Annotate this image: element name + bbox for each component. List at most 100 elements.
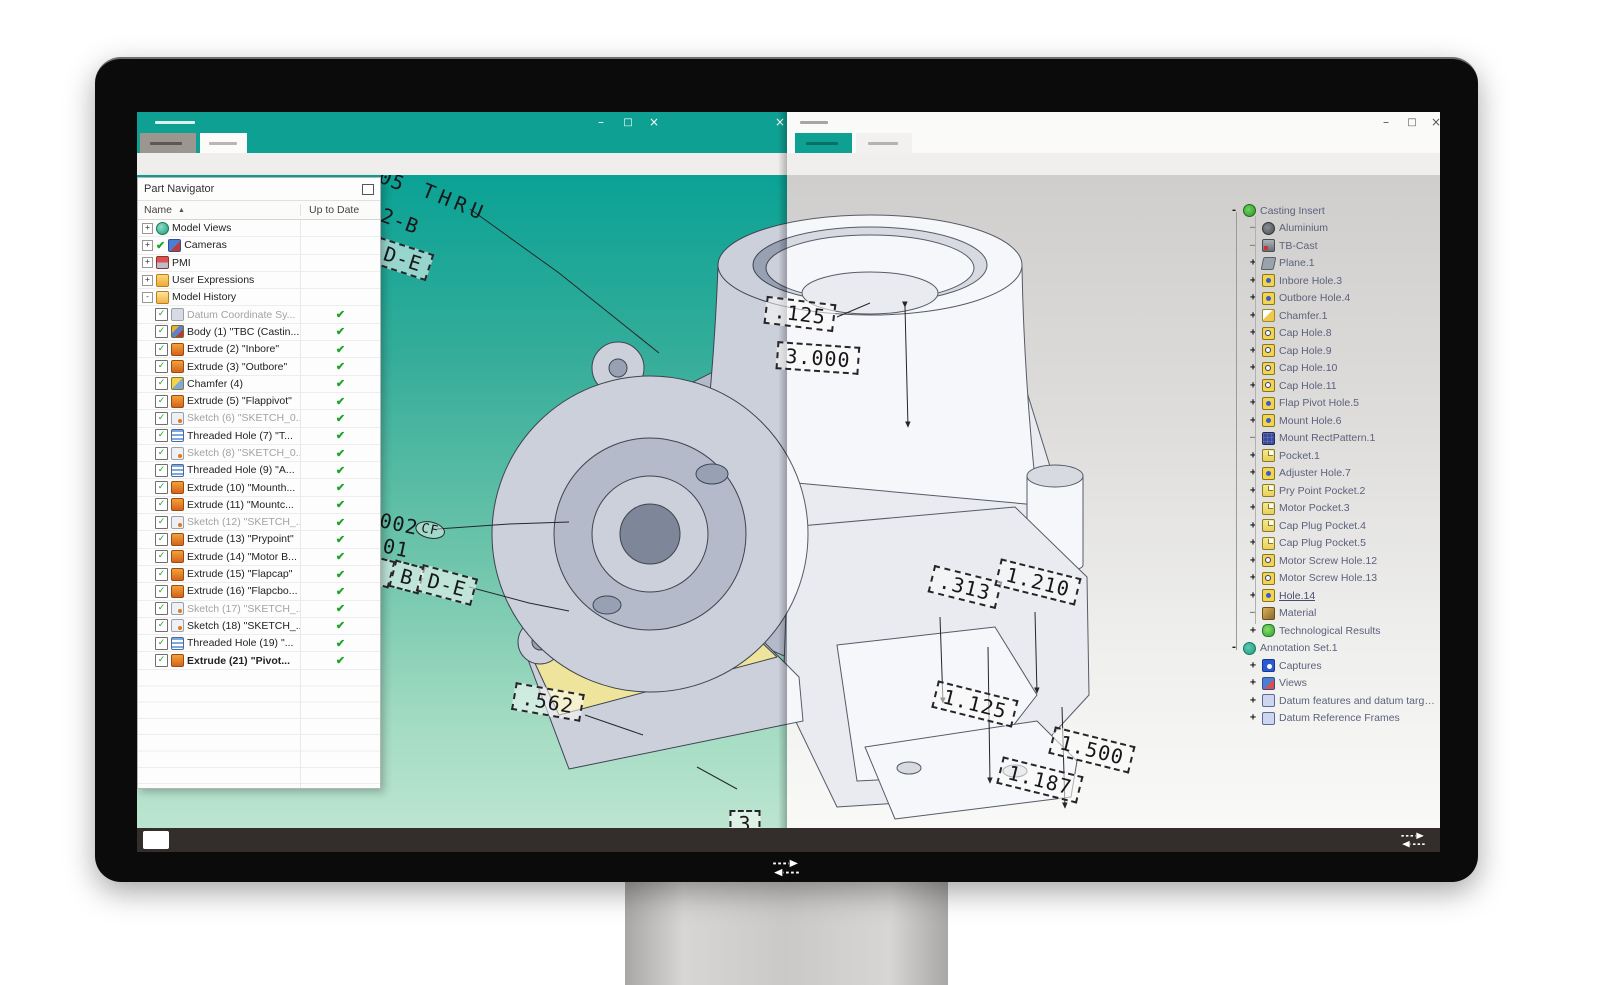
pn-row[interactable]: +User Expressions: [138, 272, 380, 289]
tree-expander-icon[interactable]: +: [1248, 573, 1258, 583]
feature-tree-row[interactable]: +Cap Hole.10: [1227, 360, 1437, 378]
pmi-dimension-1.500[interactable]: 1.500: [1048, 726, 1136, 773]
tree-expander-icon[interactable]: +: [1248, 311, 1258, 321]
tree-expander-icon[interactable]: -: [1229, 643, 1239, 653]
pn-row[interactable]: ✓Extrude (14) "Motor B...✔: [138, 549, 380, 566]
feature-checkbox[interactable]: ✓: [155, 568, 168, 581]
feature-tree-row[interactable]: ‒Aluminium: [1227, 220, 1437, 238]
feature-tree-row[interactable]: +Cap Plug Pocket.4: [1227, 517, 1437, 535]
pn-row[interactable]: ✓Threaded Hole (9) "A...✔: [138, 462, 380, 479]
feature-tree-row[interactable]: -Casting Insert: [1227, 202, 1437, 220]
feature-tree-row[interactable]: +Mount Hole.6: [1227, 412, 1437, 430]
feature-checkbox[interactable]: ✓: [155, 325, 168, 338]
feature-tree-row[interactable]: +Inbore Hole.3: [1227, 272, 1437, 290]
pmi-dimension-2-B[interactable]: 2-B: [378, 203, 423, 239]
tree-expander-icon[interactable]: +: [142, 275, 153, 286]
pmi-dimension-3.000[interactable]: 3.000: [776, 341, 861, 375]
pn-row[interactable]: -Model History: [138, 289, 380, 306]
feature-tree-row[interactable]: +Outbore Hole.4: [1227, 290, 1437, 308]
pn-row[interactable]: ✓Extrude (15) "Flapcap"✔: [138, 566, 380, 583]
feature-tree-row[interactable]: +Hole.14: [1227, 587, 1437, 605]
pn-row[interactable]: ✓Sketch (12) "SKETCH_...✔: [138, 514, 380, 531]
pn-row[interactable]: ✓Extrude (2) "Inbore"✔: [138, 341, 380, 358]
tree-expander-icon[interactable]: +: [1248, 381, 1258, 391]
feature-checkbox[interactable]: ✓: [155, 429, 168, 442]
tree-expander-icon[interactable]: +: [1248, 713, 1258, 723]
feature-tree-row[interactable]: +Datum features and datum targets: [1227, 692, 1437, 710]
pn-row[interactable]: ✓Chamfer (4)✔: [138, 376, 380, 393]
pn-row[interactable]: ✓Threaded Hole (19) "...✔: [138, 635, 380, 652]
pn-row[interactable]: ✓Extrude (13) "Prypoint"✔: [138, 531, 380, 548]
pmi-dimension-1.125[interactable]: 1.125: [931, 680, 1019, 727]
feature-checkbox[interactable]: ✓: [155, 412, 168, 425]
pn-row[interactable]: ✓Extrude (5) "Flappivot"✔: [138, 393, 380, 410]
pn-row[interactable]: ✓Extrude (16) "Flapcbo...✔: [138, 583, 380, 600]
column-name[interactable]: Name: [144, 204, 172, 216]
pmi-dimension-1.210[interactable]: 1.210: [994, 558, 1082, 605]
feature-tree-row[interactable]: ‒Material: [1227, 605, 1437, 623]
feature-checkbox[interactable]: ✓: [155, 533, 168, 546]
tree-expander-icon[interactable]: +: [1248, 678, 1258, 688]
right-minimize-button[interactable]: –: [1377, 115, 1395, 130]
feature-tree-row[interactable]: +Technological Results: [1227, 622, 1437, 640]
left-minimize-button[interactable]: –: [592, 115, 610, 130]
left-maximize-button[interactable]: □: [619, 115, 637, 130]
tree-expander-icon[interactable]: +: [1248, 363, 1258, 373]
feature-checkbox[interactable]: ✓: [155, 360, 168, 373]
pmi-dimension-.125[interactable]: .125: [763, 296, 836, 332]
pn-row[interactable]: ✓Extrude (21) "Pivot...✔: [138, 652, 380, 669]
feature-checkbox[interactable]: ✓: [155, 550, 168, 563]
right-tab-active[interactable]: [795, 133, 852, 153]
tree-expander-icon[interactable]: +: [1248, 346, 1258, 356]
pn-row[interactable]: ✓Extrude (10) "Mounth...✔: [138, 479, 380, 496]
tree-expander-icon[interactable]: +: [1248, 293, 1258, 303]
feature-tree-row[interactable]: +Chamfer.1: [1227, 307, 1437, 325]
pn-row[interactable]: ✓Threaded Hole (7) "T...✔: [138, 428, 380, 445]
pmi-dimension-.562[interactable]: .562: [511, 682, 585, 722]
tree-expander-icon[interactable]: +: [1248, 486, 1258, 496]
pn-row[interactable]: ✓Body (1) "TBC (Castin...✔: [138, 324, 380, 341]
pmi-dimension-3[interactable]: 3: [729, 810, 760, 828]
tree-expander-icon[interactable]: +: [1248, 626, 1258, 636]
feature-tree-row[interactable]: +Cap Hole.8: [1227, 325, 1437, 343]
pn-row[interactable]: +PMI: [138, 255, 380, 272]
feature-checkbox[interactable]: ✓: [155, 308, 168, 321]
pn-row[interactable]: +✔Cameras: [138, 237, 380, 254]
tree-expander-icon[interactable]: +: [1248, 416, 1258, 426]
feature-checkbox[interactable]: ✓: [155, 602, 168, 615]
feature-tree-row[interactable]: +Plane.1: [1227, 255, 1437, 273]
tree-expander-icon[interactable]: +: [1248, 398, 1258, 408]
right-tab-inactive[interactable]: [856, 133, 912, 153]
pn-row[interactable]: ✓Datum Coordinate Sy...✔: [138, 306, 380, 323]
panel-float-icon[interactable]: [362, 184, 374, 195]
tree-expander-icon[interactable]: +: [1248, 276, 1258, 286]
pn-row[interactable]: ✓Sketch (18) "SKETCH_...✔: [138, 618, 380, 635]
right-maximize-button[interactable]: □: [1403, 115, 1421, 130]
feature-checkbox[interactable]: ✓: [155, 377, 168, 390]
tree-expander-icon[interactable]: +: [1248, 451, 1258, 461]
left-close-button[interactable]: ×: [645, 115, 663, 130]
pn-row[interactable]: ✓Sketch (6) "SKETCH_0...✔: [138, 410, 380, 427]
tree-expander-icon[interactable]: -: [1229, 206, 1239, 216]
feature-tree-row[interactable]: +Pry Point Pocket.2: [1227, 482, 1437, 500]
left-tab-active[interactable]: [140, 133, 196, 153]
left-tab-inactive[interactable]: [200, 133, 247, 153]
tree-expander-icon[interactable]: +: [1248, 661, 1258, 671]
feature-tree-row[interactable]: -Annotation Set.1: [1227, 640, 1437, 658]
feature-tree-row[interactable]: +Pocket.1: [1227, 447, 1437, 465]
pmi-dimension-CF[interactable]: CF: [414, 519, 447, 542]
feature-checkbox[interactable]: ✓: [155, 481, 168, 494]
feature-checkbox[interactable]: ✓: [155, 343, 168, 356]
feature-tree-row[interactable]: +Cap Hole.11: [1227, 377, 1437, 395]
tree-expander-icon[interactable]: +: [1248, 696, 1258, 706]
tree-expander-icon[interactable]: +: [1248, 521, 1258, 531]
feature-checkbox[interactable]: ✓: [155, 585, 168, 598]
tree-expander-icon[interactable]: +: [1248, 468, 1258, 478]
pn-row[interactable]: ✓Sketch (17) "SKETCH_...✔: [138, 601, 380, 618]
feature-checkbox[interactable]: ✓: [155, 395, 168, 408]
feature-checkbox[interactable]: ✓: [155, 637, 168, 650]
feature-checkbox[interactable]: ✓: [155, 464, 168, 477]
feature-checkbox[interactable]: ✓: [155, 516, 168, 529]
feature-tree-row[interactable]: +Motor Screw Hole.12: [1227, 552, 1437, 570]
pmi-dimension-1.187[interactable]: 1.187: [996, 756, 1084, 803]
